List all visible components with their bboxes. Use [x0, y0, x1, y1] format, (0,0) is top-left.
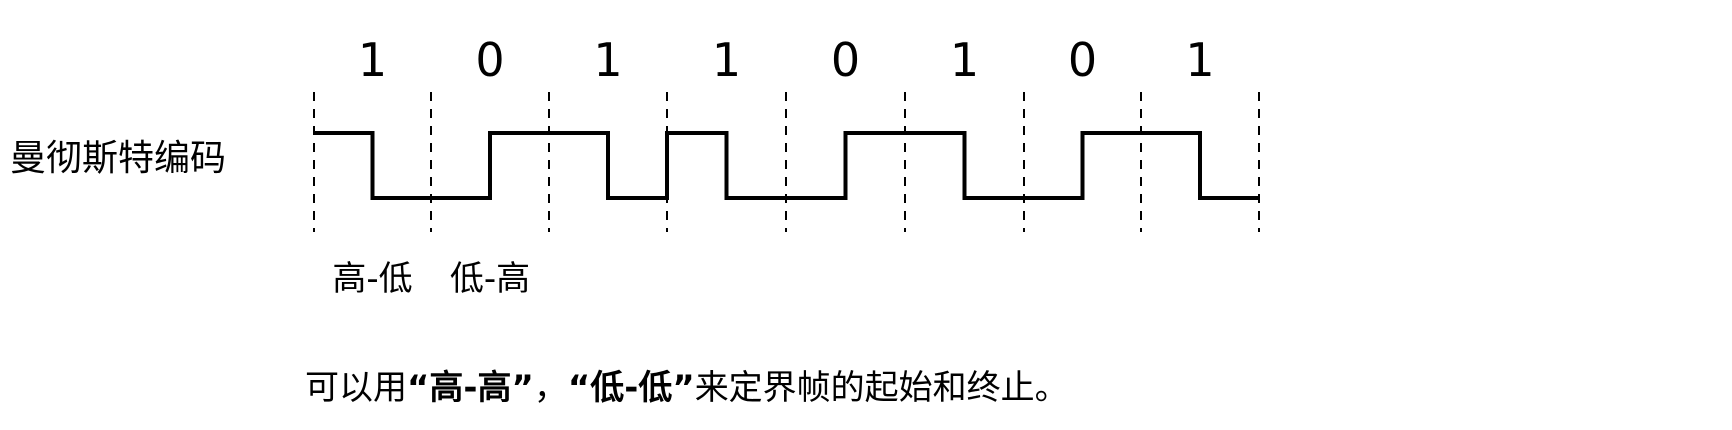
note-prefix: 可以用 [305, 368, 407, 408]
transition-labels: 高-低 低-高 [332, 259, 530, 299]
bit-label: 1 [593, 33, 622, 87]
transition-label: 高-低 [332, 259, 412, 299]
note-separator: ， [533, 368, 568, 408]
note-close-quote-1: ” [511, 368, 534, 408]
note-term-high-high: 高-高 [429, 368, 512, 408]
bit-label: 1 [712, 33, 741, 87]
bit-label: 0 [1068, 33, 1097, 87]
bit-label: 0 [475, 33, 504, 87]
note-term-low-low: 低-低 [590, 368, 673, 408]
note-suffix: 来定界帧的起始和终止。 [694, 368, 1069, 408]
note-open-quote-2: “ [567, 368, 591, 408]
bit-dividers [313, 92, 1260, 232]
note-open-quote-1: “ [407, 368, 430, 408]
row-label-manchester: 曼彻斯特编码 [10, 138, 226, 179]
note-close-quote-2: ” [672, 368, 695, 408]
bit-label: 0 [831, 33, 860, 87]
transition-label: 低-高 [450, 259, 530, 299]
bit-label: 1 [358, 33, 387, 87]
frame-delimiter-note: 可以用“高-高”，“低-低”来定界帧的起始和终止。 [305, 360, 1069, 409]
bit-label: 1 [950, 33, 979, 87]
bit-labels: 1 0 1 1 0 1 0 1 [358, 33, 1215, 87]
bit-label: 1 [1185, 33, 1214, 87]
